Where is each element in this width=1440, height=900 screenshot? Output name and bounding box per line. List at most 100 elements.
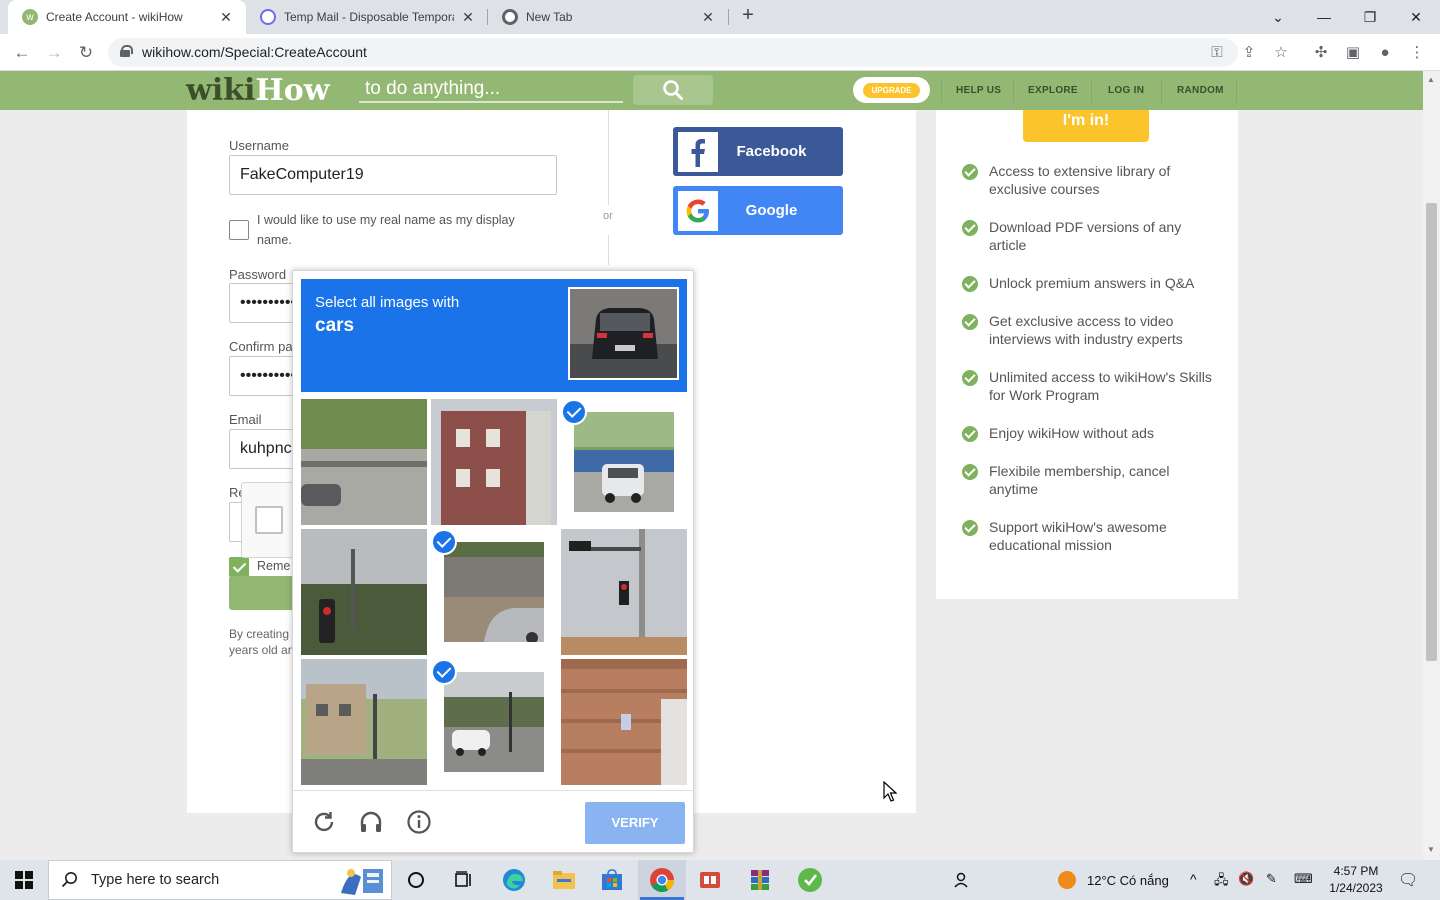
minimize-button[interactable]: —	[1301, 0, 1347, 34]
benefit-item: Download PDF versions of any article	[962, 218, 1212, 254]
captcha-tile-2[interactable]	[431, 399, 557, 525]
side-panel-icon[interactable]: ▣	[1342, 42, 1364, 64]
network-icon[interactable]: 🖧	[1214, 871, 1229, 893]
show-hidden-icons-chevron-icon[interactable]: ^	[1190, 871, 1197, 887]
office-app-icon[interactable]	[695, 865, 725, 895]
chrome-browser-icon[interactable]	[647, 865, 677, 895]
share-icon[interactable]: ⇪	[1238, 42, 1260, 64]
wikihow-search-input[interactable]: to do anything...	[359, 76, 623, 103]
info-icon[interactable]	[406, 809, 432, 835]
tab-new-tab[interactable]: New Tab ✕	[488, 0, 728, 34]
search-button[interactable]	[633, 75, 713, 105]
nav-divider	[941, 79, 942, 103]
audio-headphones-icon[interactable]	[358, 809, 384, 835]
scroll-up-arrow-icon[interactable]: ▲	[1427, 75, 1436, 84]
wikihow-header: wikiHow to do anything... UPGRADE HELP U…	[0, 71, 1423, 110]
benefit-text: Download PDF versions of any article	[989, 219, 1182, 253]
menu-kebab-icon[interactable]: ⋮	[1406, 42, 1428, 64]
password-input[interactable]: ••••••••••	[229, 283, 299, 323]
tab-close-icon[interactable]: ✕	[700, 9, 716, 26]
pen-icon[interactable]: ✎	[1266, 871, 1277, 887]
scroll-down-arrow-icon[interactable]: ▼	[1427, 845, 1436, 854]
confirm-password-input[interactable]: ••••••••••	[229, 356, 299, 396]
tab-search-chevron-icon[interactable]: ⌄	[1255, 0, 1301, 34]
captcha-tile-1[interactable]	[301, 399, 427, 525]
scrollbar-thumb[interactable]	[1426, 203, 1437, 661]
file-explorer-icon[interactable]	[549, 865, 579, 895]
winrar-icon[interactable]	[745, 865, 775, 895]
task-view-icon[interactable]	[449, 865, 479, 895]
nav-help-us[interactable]: HELP US	[956, 85, 1001, 96]
notifications-icon[interactable]: 🗨	[1398, 870, 1418, 890]
benefit-text: Unlock premium answers in Q&A	[989, 275, 1195, 291]
captcha-tile-8[interactable]	[431, 659, 557, 785]
refresh-icon[interactable]	[311, 809, 337, 835]
tab-title: Temp Mail - Disposable Tempora	[284, 10, 454, 24]
username-input[interactable]: FakeComputer19	[229, 155, 557, 195]
captcha-tile-9[interactable]	[561, 659, 687, 785]
mouse-cursor-icon	[883, 781, 897, 802]
extensions-puzzle-icon[interactable]: ✣	[1310, 42, 1332, 64]
verify-button[interactable]: VERIFY	[585, 802, 685, 844]
restore-button[interactable]: ❐	[1347, 0, 1393, 34]
green-app-icon[interactable]	[795, 865, 825, 895]
benefit-text: Flexibile membership, cancel anytime	[989, 463, 1170, 497]
taskbar-search-box[interactable]: Type here to search	[48, 860, 392, 900]
forward-arrow-icon[interactable]: →	[42, 41, 66, 65]
weather-text[interactable]: 12°C Có nắng	[1087, 873, 1169, 888]
nav-explore[interactable]: EXPLORE	[1028, 85, 1078, 96]
keyboard-icon[interactable]: ⌨	[1294, 871, 1313, 887]
captcha-tile-3[interactable]	[561, 399, 687, 525]
check-circle-icon	[962, 426, 978, 442]
back-arrow-icon[interactable]: ←	[10, 41, 34, 65]
captcha-sample-image	[568, 287, 679, 380]
upgrade-button[interactable]: UPGRADE	[853, 77, 930, 103]
captcha-tile-4[interactable]	[301, 529, 427, 655]
system-clock[interactable]: 4:57 PM 1/24/2023	[1322, 863, 1390, 897]
captcha-tile-5[interactable]	[431, 529, 557, 655]
nav-random[interactable]: RANDOM	[1177, 85, 1224, 96]
tab-temp-mail[interactable]: Temp Mail - Disposable Tempora ✕	[246, 0, 488, 34]
key-icon[interactable]: ⚿	[1206, 42, 1228, 64]
facebook-login-button[interactable]: Facebook	[673, 127, 843, 176]
cortana-icon[interactable]	[401, 865, 431, 895]
close-window-button[interactable]: ✕	[1393, 0, 1439, 34]
terms-note: By creating a years old an	[229, 626, 293, 658]
captcha-tile-7[interactable]	[301, 659, 427, 785]
profile-avatar-icon[interactable]: ●	[1374, 42, 1396, 64]
address-bar[interactable]: wikihow.com/Special:CreateAccount	[108, 38, 1238, 67]
remember-me-checkbox[interactable]	[229, 557, 249, 577]
wikihow-logo[interactable]: wikiHow	[186, 73, 330, 108]
tab-close-icon[interactable]: ✕	[460, 9, 476, 26]
google-login-button[interactable]: Google	[673, 186, 843, 235]
start-button[interactable]	[0, 860, 48, 900]
email-input[interactable]: kuhpnc	[229, 429, 299, 469]
real-name-display-checkbox[interactable]	[229, 220, 249, 240]
bookmark-star-icon[interactable]: ☆	[1270, 42, 1292, 64]
new-tab-button[interactable]: +	[737, 5, 759, 27]
tab-create-account[interactable]: w Create Account - wikiHow ✕	[8, 0, 246, 34]
benefit-text: Enjoy wikiHow without ads	[989, 425, 1154, 441]
benefit-item: Support wikiHow's awesome educational mi…	[962, 518, 1212, 554]
username-label: Username	[229, 138, 289, 153]
benefit-item: Get exclusive access to video interviews…	[962, 312, 1212, 348]
tab-close-icon[interactable]: ✕	[218, 9, 234, 26]
or-divider-line	[608, 235, 609, 265]
edge-browser-icon[interactable]	[499, 865, 529, 895]
volume-muted-icon[interactable]: 🔇	[1238, 871, 1254, 887]
im-in-button[interactable]: I'm in!	[1023, 110, 1149, 142]
create-account-button[interactable]	[229, 576, 293, 610]
chrome-favicon-icon	[502, 9, 518, 25]
recaptcha-checkbox[interactable]	[255, 506, 283, 534]
nav-log-in[interactable]: LOG IN	[1108, 85, 1144, 96]
browser-toolbar: ← → ↻ wikihow.com/Special:CreateAccount …	[0, 34, 1440, 71]
captcha-challenge: Select all images with cars VERIFY	[292, 270, 694, 853]
facebook-icon	[678, 131, 718, 172]
reload-icon[interactable]: ↻	[74, 41, 98, 65]
microsoft-store-icon[interactable]	[597, 865, 627, 895]
people-icon[interactable]	[948, 865, 978, 895]
page-scrollbar[interactable]: ▲ ▼	[1423, 71, 1440, 860]
clock-time: 4:57 PM	[1333, 864, 1379, 878]
captcha-tile-6[interactable]	[561, 529, 687, 655]
clock-date: 1/24/2023	[1329, 881, 1383, 895]
